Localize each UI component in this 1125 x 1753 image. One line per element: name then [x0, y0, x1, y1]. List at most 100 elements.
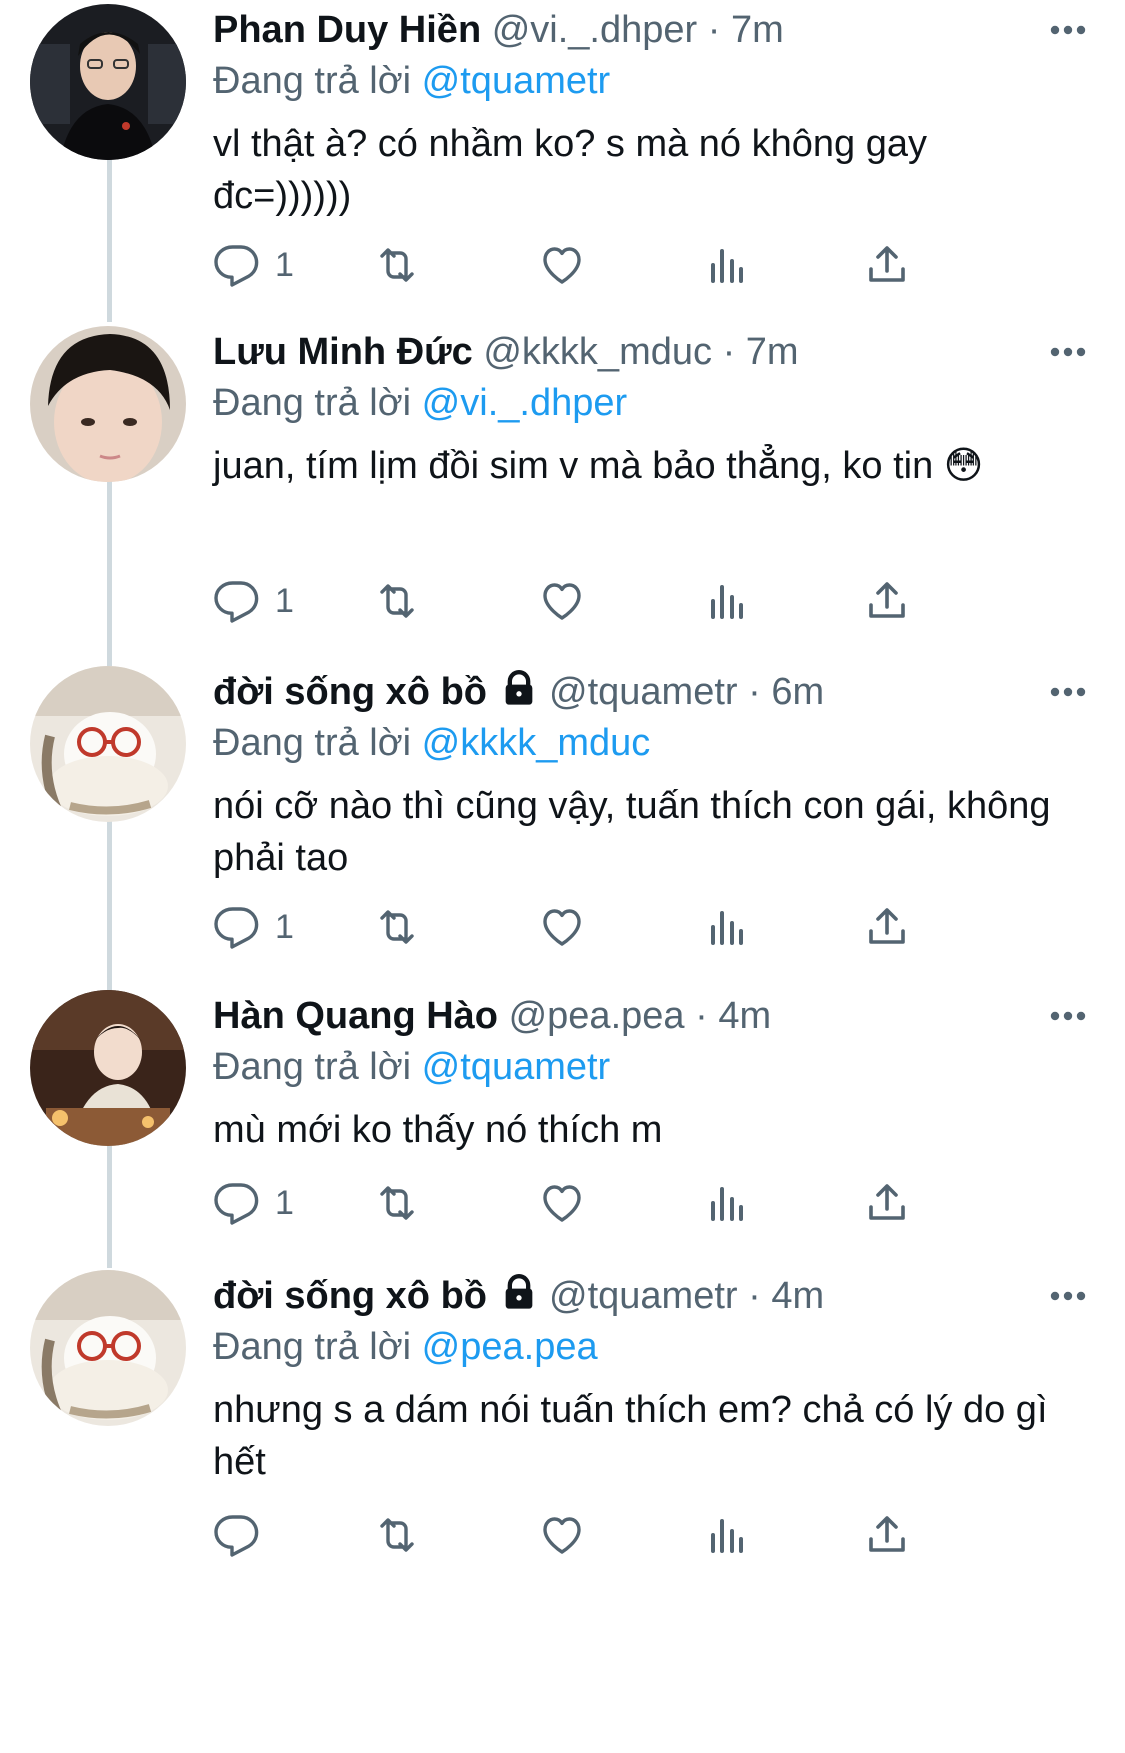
- reply-button[interactable]: 1: [213, 897, 294, 957]
- replying-to-mention[interactable]: @pea.pea: [422, 1326, 598, 1368]
- tweet-text: mù mới ko thấy nó thích m: [213, 1109, 663, 1151]
- reply-button[interactable]: 1: [213, 1173, 294, 1233]
- display-name[interactable]: Hàn Quang Hào: [213, 995, 498, 1037]
- retweet-button[interactable]: [373, 571, 421, 631]
- replying-to: Đang trả lời @tquametr: [213, 56, 1093, 106]
- views-icon: [711, 249, 743, 283]
- share-button[interactable]: [863, 235, 911, 295]
- separator-dot: ·: [722, 331, 736, 373]
- handle[interactable]: @vi._.dhper: [492, 9, 697, 51]
- replying-to: Đang trả lời @vi._.dhper: [213, 378, 1093, 428]
- replying-to-mention[interactable]: @vi._.dhper: [422, 382, 627, 424]
- like-button[interactable]: [538, 235, 586, 295]
- like-icon: [543, 247, 581, 284]
- avatar[interactable]: [30, 990, 186, 1146]
- handle[interactable]: @kkkk_mduc: [483, 331, 712, 373]
- replying-to-mention[interactable]: @tquametr: [422, 1046, 611, 1088]
- reply-icon: [214, 1515, 259, 1557]
- separator-dot: ·: [707, 9, 721, 51]
- share-button[interactable]: [863, 897, 911, 957]
- display-name[interactable]: đời sống xô bồ: [213, 671, 487, 713]
- views-button[interactable]: [703, 571, 751, 631]
- avatar[interactable]: [30, 326, 186, 482]
- replying-to-label: Đang trả lời: [213, 60, 412, 102]
- action-bar: [213, 1505, 1013, 1565]
- like-button[interactable]: [538, 1505, 586, 1565]
- avatar[interactable]: [30, 666, 186, 822]
- reply-button[interactable]: 1: [213, 235, 294, 295]
- display-name[interactable]: Phan Duy Hiền: [213, 9, 481, 51]
- views-button[interactable]: [703, 1173, 751, 1233]
- reply-icon: [214, 581, 259, 623]
- views-button[interactable]: [703, 897, 751, 957]
- views-icon: [711, 911, 743, 945]
- views-icon: [711, 585, 743, 619]
- reply-button[interactable]: 1: [213, 571, 294, 631]
- retweet-button[interactable]: [373, 235, 421, 295]
- tweet-header: Hàn Quang Hào @pea.pea · 4m: [213, 990, 1093, 1042]
- like-button[interactable]: [538, 1173, 586, 1233]
- replying-to: Đang trả lời @tquametr: [213, 1042, 1093, 1092]
- more-icon[interactable]: [1043, 4, 1093, 56]
- replying-to: Đang trả lời @kkkk_mduc: [213, 718, 1093, 768]
- action-bar: 1: [213, 235, 1013, 295]
- retweet-icon: [380, 248, 414, 282]
- display-name[interactable]: đời sống xô bồ: [213, 1275, 487, 1317]
- timestamp[interactable]: 6m: [771, 671, 824, 713]
- timestamp[interactable]: 7m: [731, 9, 784, 51]
- replying-to-label: Đang trả lời: [213, 1046, 412, 1088]
- views-icon: [711, 1187, 743, 1221]
- retweet-button[interactable]: [373, 1505, 421, 1565]
- thread-line: [107, 1130, 112, 1268]
- tweet-text: nhưng s a dám nói tuấn thích em? chả có …: [213, 1389, 1059, 1483]
- replying-to-mention[interactable]: @tquametr: [422, 60, 611, 102]
- replying-to-label: Đang trả lời: [213, 722, 412, 764]
- share-icon: [869, 908, 905, 944]
- retweet-icon: [380, 584, 414, 618]
- handle[interactable]: @tquametr: [549, 1275, 738, 1317]
- share-button[interactable]: [863, 1173, 911, 1233]
- share-button[interactable]: [863, 571, 911, 631]
- handle[interactable]: @tquametr: [549, 671, 738, 713]
- action-bar: 1: [213, 1173, 1013, 1233]
- retweet-icon: [380, 1518, 414, 1552]
- reply-button[interactable]: [213, 1505, 275, 1565]
- timestamp[interactable]: 7m: [746, 331, 799, 373]
- more-icon[interactable]: [1043, 666, 1093, 718]
- tweet-header: đời sống xô bồ @tquametr · 4m: [213, 1270, 1093, 1322]
- avatar[interactable]: [30, 4, 186, 160]
- share-button[interactable]: [863, 1505, 911, 1565]
- tweet-text: vl thật à? có nhầm ko? s mà nó không gay…: [213, 123, 938, 217]
- avatar-image: [30, 1270, 186, 1426]
- retweet-button[interactable]: [373, 1173, 421, 1233]
- reply-icon: [214, 245, 259, 287]
- avatar-image: [30, 4, 186, 160]
- replying-to: Đang trả lời @pea.pea: [213, 1322, 1093, 1372]
- display-name[interactable]: Lưu Minh Đức: [213, 331, 473, 373]
- avatar-image: [30, 326, 186, 482]
- like-icon: [543, 909, 581, 946]
- replying-to-mention[interactable]: @kkkk_mduc: [422, 722, 651, 764]
- action-bar: 1: [213, 571, 1013, 631]
- like-button[interactable]: [538, 571, 586, 631]
- timestamp[interactable]: 4m: [771, 1275, 824, 1317]
- share-icon: [869, 1516, 905, 1552]
- views-button[interactable]: [703, 1505, 751, 1565]
- lock-icon: [499, 668, 539, 708]
- avatar[interactable]: [30, 1270, 186, 1426]
- handle[interactable]: @pea.pea: [509, 995, 685, 1037]
- avatar-image: [30, 666, 186, 822]
- reply-icon: [214, 907, 259, 949]
- reply-count: 1: [275, 1184, 294, 1222]
- more-icon[interactable]: [1043, 990, 1093, 1042]
- avatar-image: [30, 990, 186, 1146]
- more-icon[interactable]: [1043, 1270, 1093, 1322]
- tweet-text: nói cỡ nào thì cũng vậy, tuấn thích con …: [213, 785, 1062, 879]
- views-icon: [711, 1519, 743, 1553]
- retweet-button[interactable]: [373, 897, 421, 957]
- views-button[interactable]: [703, 235, 751, 295]
- more-icon[interactable]: [1043, 326, 1093, 378]
- timestamp[interactable]: 4m: [718, 995, 771, 1037]
- reply-count: 1: [275, 246, 294, 284]
- like-button[interactable]: [538, 897, 586, 957]
